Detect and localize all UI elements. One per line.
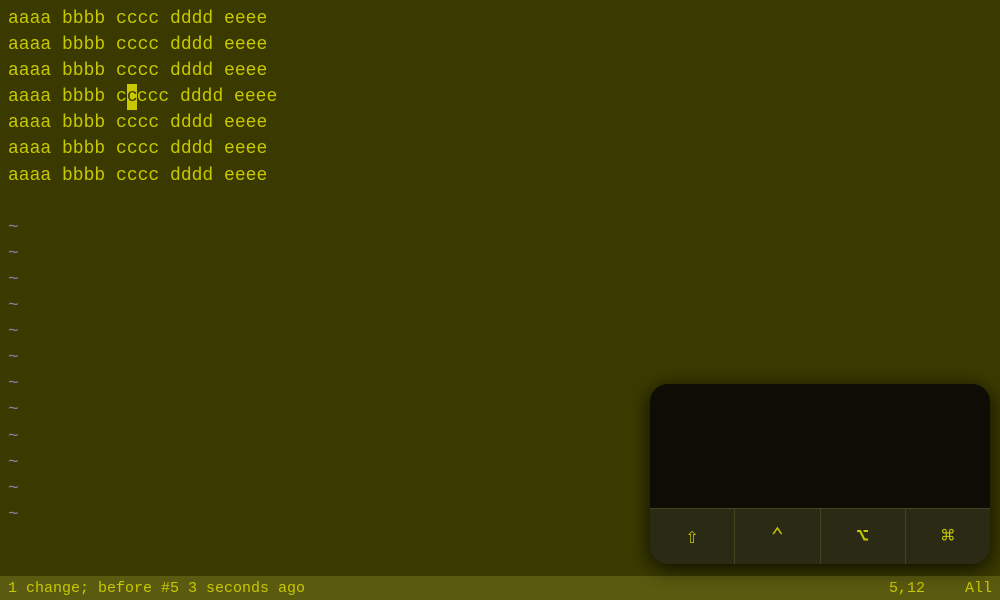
status-right: 5,12 All	[889, 580, 992, 597]
option-key[interactable]: ⌥	[821, 509, 906, 564]
status-bar: 1 change; before #5 3 seconds ago 5,12 A…	[0, 576, 1000, 600]
empty-line	[8, 189, 992, 215]
cursor-position: 5,12	[889, 580, 925, 597]
text-line-6: aaaa bbbb cccc dddd eeee	[8, 136, 992, 162]
text-line-3: aaaa bbbb cccc dddd eeee	[8, 58, 992, 84]
text-line-7: aaaa bbbb cccc dddd eeee	[8, 163, 992, 189]
up-arrow-key[interactable]: ⌃	[735, 509, 820, 564]
tilde-5: ~	[8, 319, 992, 345]
tilde-2: ~	[8, 241, 992, 267]
keyboard-overlay: ⇧ ⌃ ⌥ ⌘	[650, 384, 990, 564]
text-line-2: aaaa bbbb cccc dddd eeee	[8, 32, 992, 58]
tilde-6: ~	[8, 345, 992, 371]
cursor: c	[127, 84, 137, 110]
editor-window: aaaa bbbb cccc dddd eeee aaaa bbbb cccc …	[0, 0, 1000, 600]
scroll-position: All	[965, 580, 992, 597]
shift-key[interactable]: ⇧	[650, 509, 735, 564]
tilde-3: ~	[8, 267, 992, 293]
command-key[interactable]: ⌘	[906, 509, 990, 564]
tilde-1: ~	[8, 215, 992, 241]
keyboard-buttons[interactable]: ⇧ ⌃ ⌥ ⌘	[650, 508, 990, 564]
keyboard-screen	[650, 384, 990, 508]
status-message: 1 change; before #5 3 seconds ago	[8, 580, 889, 597]
tilde-4: ~	[8, 293, 992, 319]
text-line-1: aaaa bbbb cccc dddd eeee	[8, 6, 992, 32]
text-line-5: aaaa bbbb cccc dddd eeee	[8, 110, 992, 136]
text-line-4: aaaa bbbb ccccc dddd eeee	[8, 84, 992, 110]
